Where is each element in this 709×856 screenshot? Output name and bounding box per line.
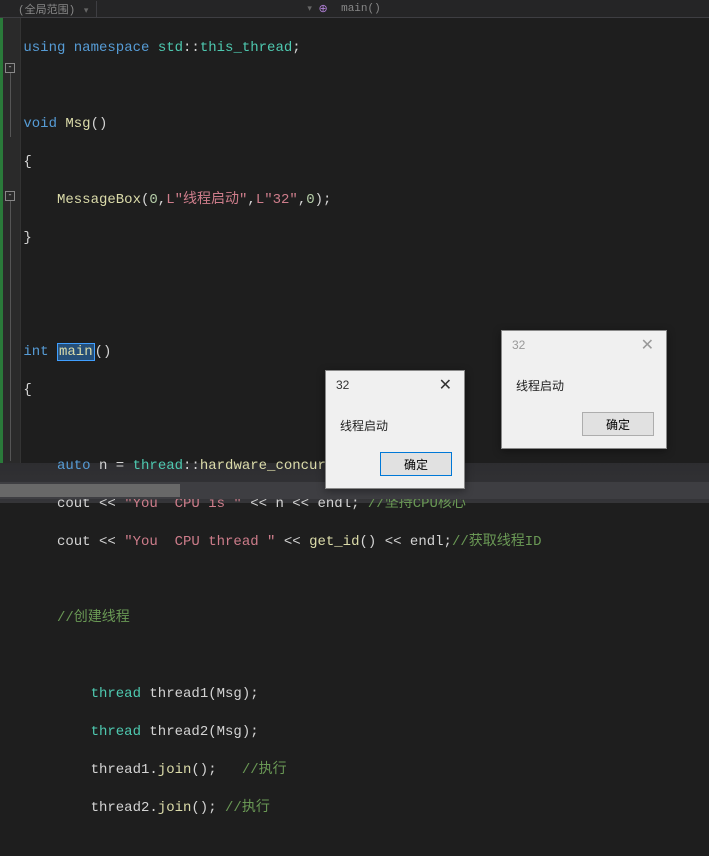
- code-line: thread thread1(Msg);: [23, 685, 707, 704]
- code-line: MessageBox(0,L"线程启动",L"32",0);: [23, 191, 707, 210]
- function-label: main(): [341, 3, 381, 15]
- scrollbar-thumb[interactable]: [0, 484, 180, 497]
- dialog-buttons: 确定: [326, 442, 464, 488]
- dialog-title: 32: [512, 338, 525, 352]
- fold-line: [10, 201, 11, 461]
- gutter: - -: [0, 18, 21, 463]
- ok-button[interactable]: 确定: [380, 452, 452, 476]
- code-line: thread1.join(); //执行: [23, 761, 707, 780]
- code-line: //创建线程: [23, 609, 707, 628]
- chevron-down-icon: ▾: [307, 4, 312, 14]
- function-dropdown[interactable]: ▾ main(): [297, 2, 388, 15]
- code-line: void Msg(): [23, 115, 707, 134]
- change-marker: [0, 18, 3, 463]
- code-line: thread thread2(Msg);: [23, 723, 707, 742]
- scope-label: (全局范围): [18, 5, 75, 17]
- dialog-titlebar[interactable]: 32 ✕: [326, 371, 464, 399]
- chevron-down-icon: ▾: [84, 6, 89, 16]
- dialog-message: 线程启动: [516, 379, 564, 393]
- code-line: using namespace std::this_thread;: [23, 39, 707, 58]
- code-line: cout << "You CPU thread " << get_id() <<…: [23, 533, 707, 552]
- code-line: {: [23, 153, 707, 172]
- fold-toggle[interactable]: -: [5, 191, 15, 201]
- dialog-message: 线程启动: [340, 419, 388, 433]
- ok-button[interactable]: 确定: [582, 412, 654, 436]
- scope-dropdown[interactable]: (全局范围) ▾: [10, 1, 97, 17]
- close-icon[interactable]: ✕: [635, 335, 660, 355]
- dialog-buttons: 确定: [502, 402, 666, 448]
- message-box-active: 32 ✕ 线程启动 确定: [325, 370, 465, 489]
- close-icon[interactable]: ✕: [433, 375, 458, 395]
- code-line: thread2.join(); //执行: [23, 799, 707, 818]
- dialog-title: 32: [336, 378, 349, 392]
- fold-line: [10, 73, 11, 137]
- function-icon: [318, 2, 330, 14]
- code-line: }: [23, 229, 707, 248]
- dialog-titlebar[interactable]: 32 ✕: [502, 331, 666, 359]
- message-box-inactive: 32 ✕ 线程启动 确定: [501, 330, 667, 449]
- dialog-body: 线程启动: [326, 399, 464, 442]
- highlighted-identifier: main: [57, 343, 95, 361]
- fold-toggle[interactable]: -: [5, 63, 15, 73]
- dialog-body: 线程启动: [502, 359, 666, 402]
- nav-bar: (全局范围) ▾ ▾ main(): [0, 0, 709, 18]
